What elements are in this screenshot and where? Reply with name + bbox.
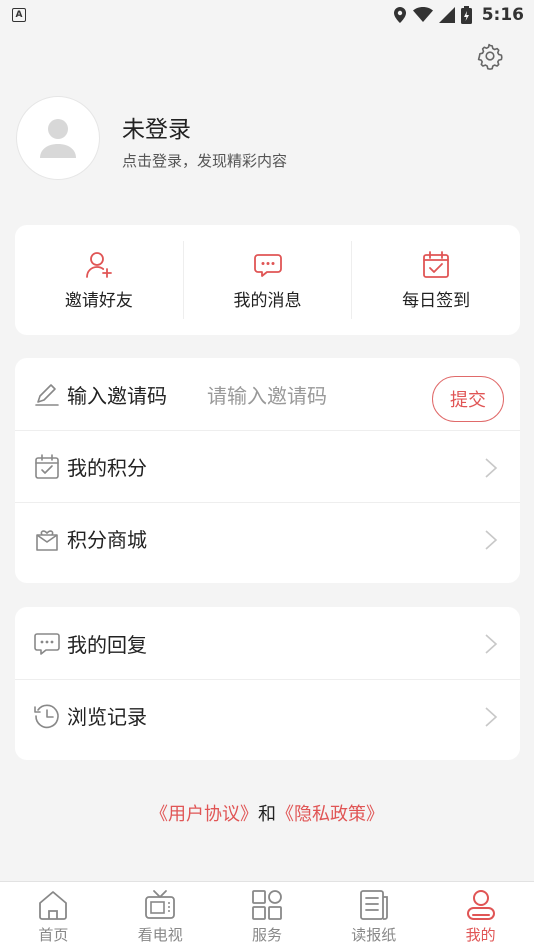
activity-menu-card: 我的回复 浏览记录 [15, 607, 520, 760]
my-points-row[interactable]: 我的积分 [15, 430, 520, 502]
tab-home[interactable]: 首页 [0, 882, 107, 950]
gift-box-icon [36, 529, 58, 551]
chevron-right-icon [485, 707, 498, 727]
user-icon [466, 890, 495, 920]
browse-history-label: 浏览记录 [67, 705, 147, 729]
invite-friends-button[interactable]: 邀请好友 [15, 241, 183, 319]
chevron-right-icon [485, 634, 498, 654]
clock: 5:16 [481, 5, 524, 25]
tv-icon [145, 890, 176, 919]
daily-checkin-button[interactable]: 每日签到 [351, 241, 520, 319]
newspaper-icon [359, 890, 388, 920]
quick-actions-card: 邀请好友 我的消息 每日签到 [15, 225, 520, 335]
my-points-label: 我的积分 [67, 456, 147, 480]
bottom-tab-bar: 首页 看电视 服务 读报纸 我的 [0, 881, 534, 950]
tab-tv[interactable]: 看电视 [107, 882, 214, 950]
agreement-and-text: 和 [258, 804, 276, 825]
points-mall-label: 积分商城 [67, 528, 147, 552]
points-mall-row[interactable]: 积分商城 [15, 502, 520, 574]
points-menu-card: 输入邀请码 请输入邀请码 提交 我的积分 积分商城 [15, 358, 520, 583]
default-avatar-icon [40, 119, 76, 158]
tab-newspaper[interactable]: 读报纸 [320, 882, 427, 950]
login-prompt-text[interactable]: 点击登录，发现精彩内容 [122, 150, 287, 171]
tab-services-label: 服务 [251, 926, 282, 944]
add-user-icon [85, 251, 112, 278]
user-agreement-link[interactable]: 《用户协议》 [150, 804, 258, 825]
signal-icon [438, 7, 455, 23]
home-icon [39, 891, 68, 920]
reply-chat-icon [34, 633, 60, 655]
services-grid-icon [252, 890, 282, 920]
tab-tv-label: 看电视 [137, 926, 183, 944]
my-replies-row[interactable]: 我的回复 [15, 607, 520, 679]
calendar-check-icon [423, 250, 450, 278]
location-icon [393, 7, 406, 23]
submit-button[interactable]: 提交 [432, 376, 504, 422]
tab-services[interactable]: 服务 [214, 882, 321, 950]
points-calendar-icon [35, 453, 59, 479]
my-messages-label: 我的消息 [233, 290, 302, 311]
pencil-icon [35, 384, 59, 406]
invite-code-row: 输入邀请码 请输入邀请码 提交 [15, 358, 520, 430]
tab-mine[interactable]: 我的 [427, 882, 534, 950]
browse-history-row[interactable]: 浏览记录 [15, 679, 520, 751]
tab-home-label: 首页 [38, 926, 69, 944]
settings-gear-icon[interactable] [476, 42, 504, 70]
chevron-right-icon [485, 458, 498, 478]
daily-checkin-label: 每日签到 [402, 290, 471, 311]
history-icon [34, 704, 59, 728]
status-bar: A 5:16 [0, 0, 534, 30]
chevron-right-icon [485, 530, 498, 550]
avatar[interactable] [16, 96, 100, 180]
wifi-icon [412, 7, 433, 22]
invite-friends-label: 邀请好友 [64, 290, 133, 311]
invite-code-label: 输入邀请码 [67, 383, 167, 408]
my-replies-label: 我的回复 [67, 632, 147, 657]
privacy-policy-link[interactable]: 《隐私政策》 [276, 804, 384, 825]
agreement-links: 《用户协议》和《隐私政策》 [0, 800, 534, 826]
login-status-title[interactable]: 未登录 [122, 110, 191, 144]
battery-icon [460, 6, 472, 24]
my-messages-button[interactable]: 我的消息 [182, 241, 352, 319]
message-icon [253, 253, 282, 277]
tab-newspaper-label: 读报纸 [351, 926, 397, 944]
tab-mine-label: 我的 [465, 926, 496, 944]
notification-a-icon: A [12, 8, 26, 22]
invite-code-input[interactable]: 请输入邀请码 [207, 380, 327, 409]
